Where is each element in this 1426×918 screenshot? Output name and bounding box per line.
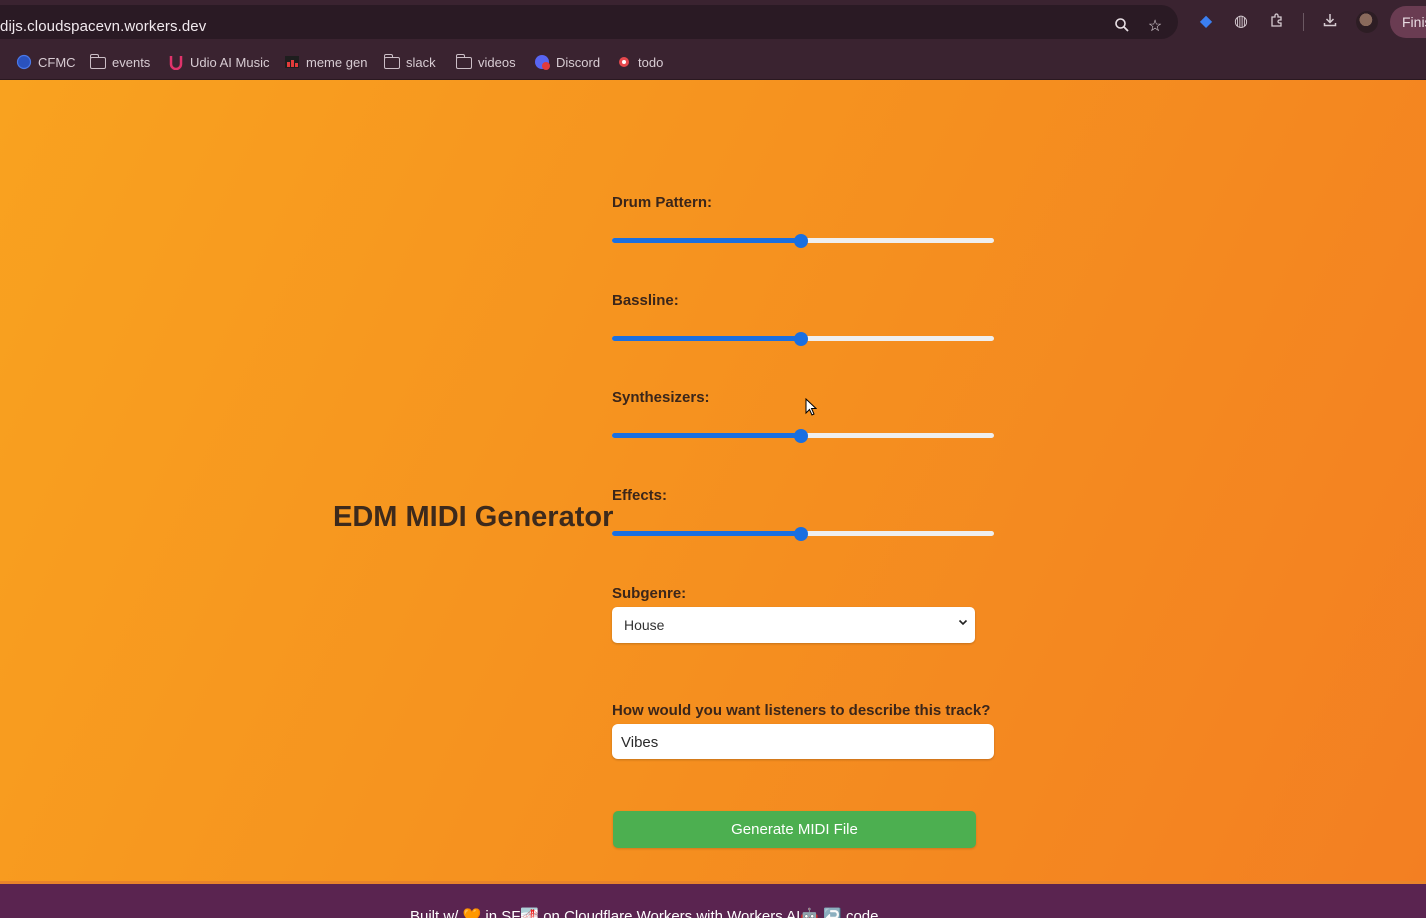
imgflip-icon bbox=[284, 54, 300, 70]
download-icon[interactable] bbox=[1320, 12, 1340, 32]
bookmark-udio[interactable]: Udio AI Music bbox=[168, 52, 269, 72]
extension-gem-icon[interactable]: ◆ bbox=[1196, 12, 1216, 32]
bookmark-label: todo bbox=[638, 54, 664, 70]
address-bar[interactable]: dijs.cloudspacevn.workers.dev ☆ bbox=[0, 5, 1178, 39]
bassline-label: Bassline: bbox=[612, 292, 679, 309]
bookmark-label: Discord bbox=[556, 54, 601, 70]
footer-text: Built w/ 🧡 in SF🌁 on Cloudflare Workers … bbox=[410, 908, 879, 918]
describe-input-value: Vibes bbox=[621, 734, 659, 751]
slider-thumb[interactable] bbox=[794, 429, 808, 443]
address-bar-url[interactable]: dijs.cloudspacevn.workers.dev bbox=[0, 18, 206, 35]
subgenre-label: Subgenre: bbox=[612, 585, 687, 602]
slider-fill bbox=[612, 336, 801, 341]
drum-pattern-slider[interactable] bbox=[612, 233, 994, 249]
slider-fill bbox=[612, 433, 801, 438]
synthesizers-label: Synthesizers: bbox=[612, 389, 710, 406]
bookmark-label: CFMC bbox=[38, 54, 76, 70]
extension-globe-icon[interactable]: ◍ bbox=[1231, 12, 1251, 32]
chevron-down-icon bbox=[957, 616, 969, 628]
bookmarks-bar: CFMC events Udio AI Music meme gen slack… bbox=[0, 44, 1426, 80]
zoom-icon[interactable] bbox=[1112, 17, 1132, 37]
slider-thumb[interactable] bbox=[794, 234, 808, 248]
describe-label: How would you want listeners to describe… bbox=[612, 702, 991, 719]
effects-label: Effects: bbox=[612, 487, 668, 504]
slider-thumb[interactable] bbox=[794, 332, 808, 346]
bookmark-label: Udio AI Music bbox=[190, 54, 270, 70]
synthesizers-slider[interactable] bbox=[612, 428, 994, 444]
slider-fill bbox=[612, 531, 801, 536]
finish-update-button[interactable]: Finis bbox=[1390, 6, 1426, 38]
bassline-slider[interactable] bbox=[612, 331, 994, 347]
page-content: EDM MIDI Generator Drum Pattern: Basslin… bbox=[0, 80, 1426, 881]
todo-icon bbox=[616, 54, 632, 70]
folder-icon bbox=[383, 54, 400, 69]
bookmark-label: videos bbox=[478, 54, 516, 70]
folder-icon bbox=[89, 54, 106, 69]
footer: Built w/ 🧡 in SF🌁 on Cloudflare Workers … bbox=[0, 881, 1426, 918]
puzzle-icon[interactable] bbox=[1267, 12, 1287, 32]
bookmark-discord[interactable]: Discord bbox=[534, 52, 600, 72]
effects-slider[interactable] bbox=[612, 526, 994, 542]
discord-icon bbox=[534, 54, 550, 70]
bookmark-slack[interactable]: slack bbox=[383, 52, 436, 72]
bookmark-todo[interactable]: todo bbox=[616, 52, 663, 72]
subgenre-select[interactable]: House bbox=[612, 607, 975, 643]
bookmark-cfmc[interactable]: CFMC bbox=[16, 52, 76, 72]
bookmark-label: meme gen bbox=[306, 54, 368, 70]
bookmark-star-icon[interactable]: ☆ bbox=[1145, 17, 1165, 37]
browser-top-bar: dijs.cloudspacevn.workers.dev ☆ ◆ ◍ Fini… bbox=[0, 0, 1426, 44]
bookmark-label: events bbox=[112, 54, 151, 70]
subgenre-selected-value: House bbox=[624, 617, 665, 633]
slider-thumb[interactable] bbox=[794, 527, 808, 541]
udio-icon bbox=[168, 54, 184, 71]
folder-icon bbox=[455, 54, 472, 69]
page-title: EDM MIDI Generator bbox=[333, 501, 614, 533]
bookmark-label: slack bbox=[406, 54, 436, 70]
toolbar-separator bbox=[1303, 13, 1304, 31]
drum-pattern-label: Drum Pattern: bbox=[612, 194, 713, 211]
bookmark-meme-gen[interactable]: meme gen bbox=[284, 52, 367, 72]
describe-input[interactable]: Vibes bbox=[612, 724, 994, 759]
profile-avatar[interactable] bbox=[1356, 11, 1378, 33]
bookmark-events[interactable]: events bbox=[89, 52, 151, 72]
mouse-cursor-icon bbox=[805, 398, 817, 416]
bookmark-videos[interactable]: videos bbox=[455, 52, 516, 72]
slider-fill bbox=[612, 238, 801, 243]
generate-midi-button[interactable]: Generate MIDI File bbox=[613, 811, 976, 848]
cfmc-icon bbox=[16, 54, 32, 70]
